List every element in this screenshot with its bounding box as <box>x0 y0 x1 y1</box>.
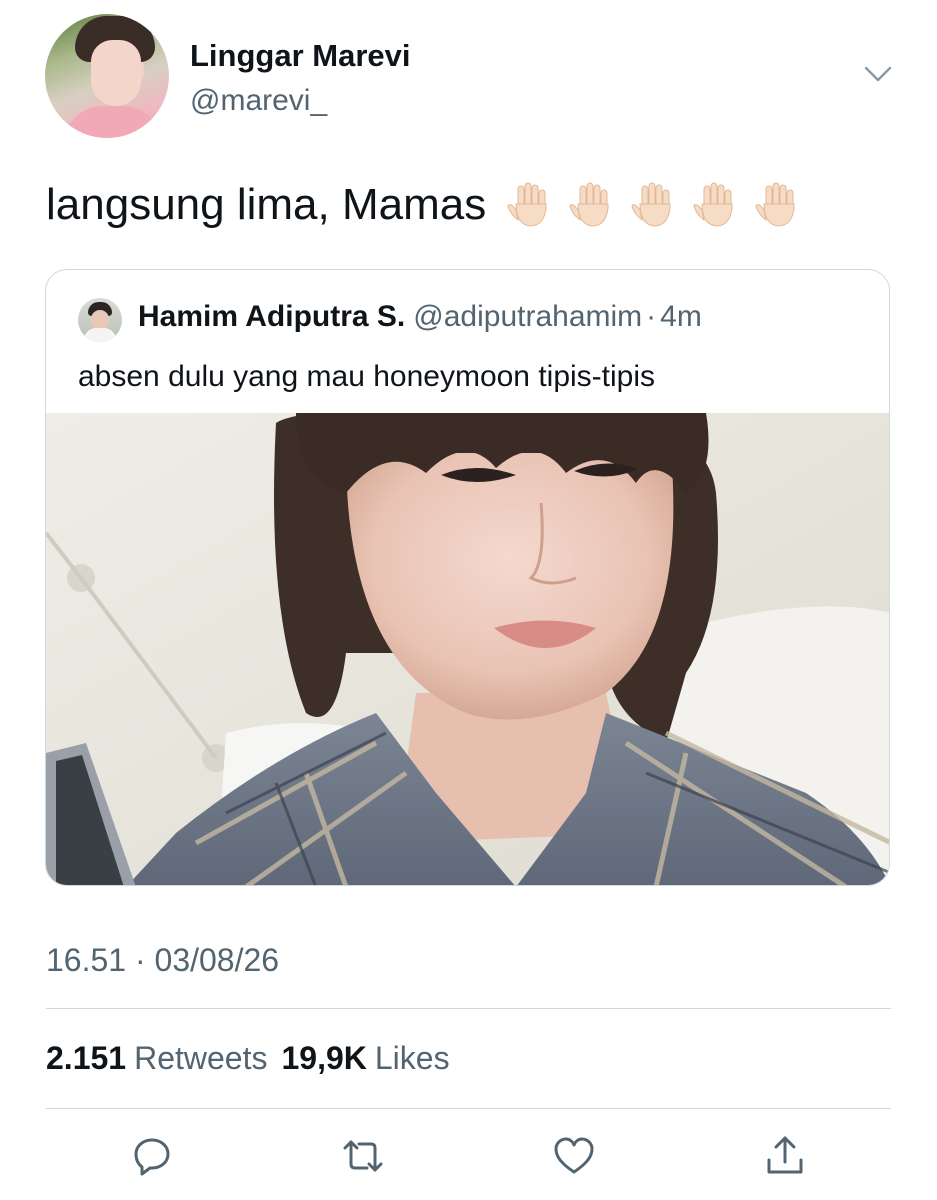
divider <box>46 1008 891 1009</box>
raised-hand-icon <box>690 180 740 230</box>
tweet-text-container: langsung lima, Mamas <box>46 180 802 230</box>
author-name[interactable]: Linggar Marevi <box>190 38 411 74</box>
author-handle[interactable]: @marevi_ <box>190 84 327 118</box>
retweet-icon[interactable] <box>341 1134 385 1178</box>
likes-label[interactable]: Likes <box>375 1040 450 1076</box>
quoted-author-avatar[interactable] <box>78 298 122 342</box>
raised-hand-icon <box>504 180 554 230</box>
tweet-text: langsung lima, Mamas <box>46 180 487 229</box>
raised-hand-icon <box>752 180 802 230</box>
quoted-separator: · <box>646 300 657 333</box>
quoted-tweet-card[interactable]: Hamim Adiputra S. @adiputrahamim · 4m absen… <box>45 269 890 886</box>
tweet-stats: 2.151 Retweets 19,9K Likes <box>46 1040 464 1077</box>
retweets-count[interactable]: 2.151 <box>46 1040 126 1076</box>
tweet-timestamp[interactable]: 16.51 · 03/08/26 <box>46 942 279 979</box>
quoted-time[interactable]: 4m <box>660 300 702 333</box>
raised-hand-icon <box>628 180 678 230</box>
quoted-header: Hamim Adiputra S. @adiputrahamim · 4m <box>138 300 702 334</box>
like-icon[interactable] <box>552 1134 596 1178</box>
reply-icon[interactable] <box>130 1134 174 1178</box>
chevron-down-icon[interactable] <box>864 64 892 84</box>
emoji-group <box>492 180 802 230</box>
tweet-detail: Linggar Marevi @marevi_ langsung lima, M… <box>0 0 937 1200</box>
quoted-author-name[interactable]: Hamim Adiputra S. <box>138 300 405 333</box>
retweets-label[interactable]: Retweets <box>134 1040 267 1076</box>
raised-hand-icon <box>566 180 616 230</box>
quoted-author-handle[interactable]: @adiputrahamim <box>413 300 642 333</box>
quoted-text: absen dulu yang mau honeymoon tipis-tipi… <box>78 360 656 393</box>
author-avatar[interactable] <box>45 14 169 138</box>
divider <box>46 1108 891 1109</box>
likes-count[interactable]: 19,9K <box>281 1040 366 1076</box>
quoted-photo[interactable] <box>46 413 889 885</box>
share-icon[interactable] <box>763 1134 807 1178</box>
